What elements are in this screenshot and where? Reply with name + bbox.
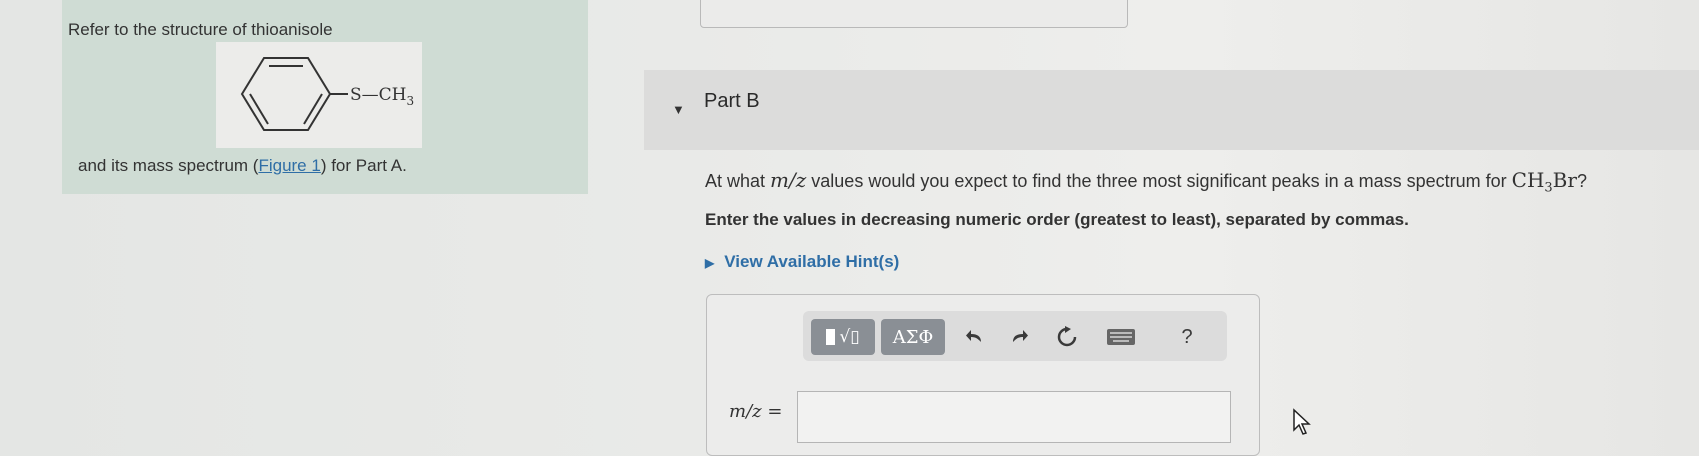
thioanisole-structure: S—CH3: [216, 42, 422, 148]
structure-label: S—CH: [350, 85, 406, 105]
undo-icon[interactable]: [961, 323, 989, 351]
figure-1-link[interactable]: Figure 1: [258, 156, 320, 175]
answer-panel: √▯ ΑΣΦ ? m/z =: [706, 294, 1260, 456]
caret-right-icon: ▶: [705, 256, 715, 270]
thioanisole-diagram: S—CH3: [240, 57, 414, 131]
info-panel: Refer to the structure of thioanisole S—…: [62, 0, 588, 194]
caret-down-icon[interactable]: ▼: [672, 102, 685, 117]
help-icon[interactable]: ?: [1173, 323, 1201, 351]
mz-input-field[interactable]: [797, 391, 1231, 443]
question-text: At what m/z values would you expect to f…: [705, 168, 1587, 196]
formula-ch: CH: [1511, 168, 1545, 192]
instruction-text: Enter the values in decreasing numeric o…: [705, 210, 1409, 229]
templates-glyph: √▯: [839, 327, 860, 347]
part-a-answer-box: [700, 0, 1128, 28]
formula-subscript: 3: [1544, 180, 1553, 196]
math-toolbar: √▯ ΑΣΦ ?: [803, 311, 1227, 361]
formula-br: Br: [1552, 168, 1577, 192]
intro-text: Refer to the structure of thioanisole: [68, 20, 333, 39]
question-prefix: At what: [705, 171, 771, 191]
part-b-header[interactable]: ▼ Part B: [644, 70, 1699, 150]
mouse-pointer-icon: [1293, 408, 1311, 435]
question-variable: m/z: [770, 168, 807, 192]
svg-text:S—CH3: S—CH3: [350, 85, 414, 108]
keyboard-icon[interactable]: [1103, 323, 1139, 351]
reset-icon[interactable]: [1053, 323, 1081, 351]
question-mid: values would you expect to find the thre…: [806, 171, 1512, 191]
after-prefix: and its mass spectrum (: [78, 156, 259, 175]
structure-subscript: 3: [406, 94, 414, 108]
greek-symbols-button[interactable]: ΑΣΦ: [881, 319, 945, 355]
after-suffix: ) for Part A.: [320, 156, 407, 175]
hint-label: View Available Hint(s): [724, 252, 900, 271]
view-hints-link[interactable]: ▶ View Available Hint(s): [705, 252, 899, 272]
templates-button[interactable]: √▯: [811, 319, 875, 355]
answer-label: m/z =: [729, 401, 783, 422]
redo-icon[interactable]: [1005, 323, 1033, 351]
spectrum-reference: and its mass spectrum (Figure 1) for Par…: [78, 156, 407, 176]
question-suffix: ?: [1576, 171, 1587, 191]
templates-icon: √▯: [826, 327, 860, 347]
part-b-title: Part B: [704, 90, 760, 112]
